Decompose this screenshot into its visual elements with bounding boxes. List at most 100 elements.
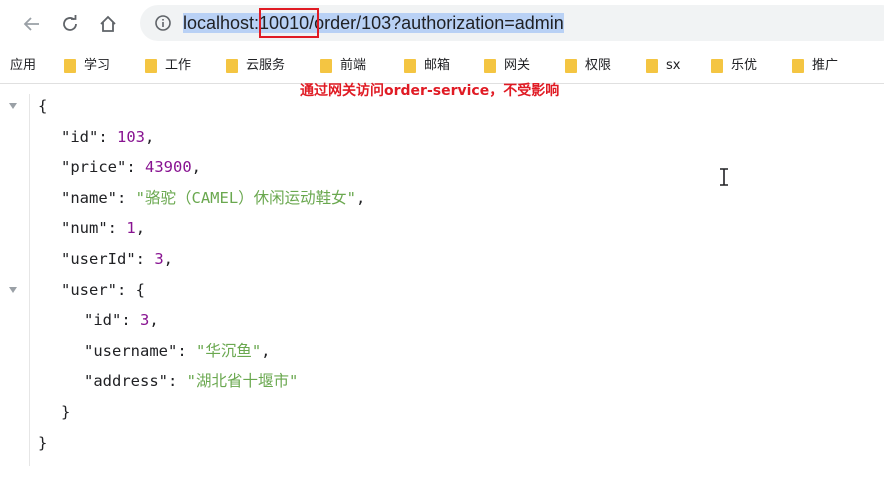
json-comma: , (149, 311, 159, 330)
json-value: 43900 (145, 158, 192, 177)
bookmark-folder[interactable]: 网关 (484, 57, 530, 75)
home-button[interactable] (94, 10, 122, 38)
json-colon: : (177, 341, 196, 360)
reload-icon (63, 15, 77, 31)
json-colon: : (107, 219, 127, 238)
json-value: 3 (154, 250, 164, 268)
json-comma: , (135, 219, 146, 238)
url-host: localhost: (183, 13, 260, 33)
json-value: { (135, 280, 146, 299)
folder-icon (226, 59, 238, 73)
json-key: "num" (61, 219, 108, 238)
bookmark-apps[interactable]: 应用 (10, 57, 36, 75)
json-value: 1 (126, 219, 136, 238)
bookmark-label: 推广 (812, 58, 839, 73)
address-bar[interactable]: localhost:10010/order/103?authorization=… (140, 5, 884, 41)
json-line: { (38, 96, 47, 116)
bookmark-folder[interactable]: 学习 (64, 57, 110, 75)
json-comma: , (163, 250, 174, 268)
json-colon: : (117, 188, 136, 207)
fold-toggle-user[interactable] (8, 285, 18, 295)
json-colon: : (135, 250, 155, 268)
json-line: "address": "湖北省十堰市" (84, 371, 298, 391)
fold-toggle-root[interactable] (8, 101, 18, 111)
bookmark-folder[interactable]: 前端 (320, 57, 366, 75)
json-line: "num": 1, (61, 218, 145, 238)
bookmark-label: 乐优 (731, 58, 758, 73)
triangle-down-icon (9, 287, 17, 293)
folder-icon (484, 59, 496, 73)
json-colon: : (121, 311, 140, 330)
json-brace: } (61, 403, 71, 421)
json-value: 103 (117, 127, 145, 146)
json-brace: } (38, 433, 48, 452)
bookmark-folder[interactable]: 工作 (145, 57, 191, 75)
bookmark-folder[interactable]: 邮箱 (404, 57, 450, 75)
json-colon: : (98, 127, 117, 146)
port-highlight-box (259, 8, 319, 38)
bookmark-label: 前端 (340, 58, 367, 73)
bookmarks-bar: 应用 学习 工作 云服务 前端 邮箱 网关 权限 sx 乐优 推广 (0, 48, 884, 83)
folder-icon (404, 59, 416, 73)
json-line: } (38, 433, 47, 453)
json-colon: : (168, 372, 187, 391)
bookmark-folder[interactable]: 推广 (792, 57, 838, 75)
bookmark-label: 工作 (165, 58, 192, 73)
back-button[interactable] (18, 10, 46, 38)
json-value: 3 (140, 311, 150, 330)
json-line: "price": 43900, (61, 157, 201, 177)
json-colon: : (117, 280, 136, 299)
folder-icon (646, 59, 658, 73)
json-comma: , (145, 127, 155, 146)
bookmark-label: 云服务 (246, 58, 286, 73)
home-icon (100, 15, 116, 32)
folder-icon (64, 59, 76, 73)
json-key: "name" (61, 188, 117, 207)
folder-icon (145, 59, 157, 73)
json-line: "user": { (61, 280, 145, 300)
folder-icon (320, 59, 332, 73)
json-line: } (61, 402, 70, 422)
bookmark-apps-label: 应用 (10, 58, 37, 73)
json-comma: , (191, 158, 202, 177)
folder-icon (565, 59, 577, 73)
folder-icon (711, 59, 723, 73)
json-line: "id": 3, (84, 310, 159, 330)
json-line: "userId": 3, (61, 249, 173, 269)
triangle-down-icon (9, 103, 17, 109)
url-path: /order/103?authorization=admin (309, 13, 564, 33)
folder-icon (792, 59, 804, 73)
bookmark-label: 学习 (84, 58, 111, 73)
json-value: "骆驼（CAMEL）休闲运动鞋女" (135, 188, 356, 207)
json-key: "userId" (61, 250, 136, 268)
json-key: "id" (61, 127, 99, 146)
bookmark-label: 权限 (585, 58, 612, 73)
bookmark-folder[interactable]: sx (646, 57, 680, 75)
json-value: "华沉鱼" (196, 341, 262, 360)
json-key: "user" (61, 280, 117, 299)
bookmark-label: 网关 (504, 58, 531, 73)
json-line: "username": "华沉鱼", (84, 341, 271, 361)
json-comma: , (261, 341, 271, 360)
info-icon[interactable] (154, 14, 172, 32)
bookmark-folder[interactable]: 云服务 (226, 57, 285, 75)
json-brace: { (38, 97, 48, 115)
json-key: "username" (84, 341, 178, 360)
annotation-text: 通过网关访问order-service，不受影响 (300, 83, 560, 99)
gutter-line (29, 94, 30, 466)
json-key: "id" (84, 311, 122, 330)
json-line: "id": 103, (61, 127, 154, 147)
json-colon: : (126, 158, 145, 177)
json-key: "address" (84, 372, 168, 391)
json-line: "name": "骆驼（CAMEL）休闲运动鞋女", (61, 188, 365, 208)
browser-toolbar: localhost:10010/order/103?authorization=… (0, 0, 884, 48)
bookmark-label: 邮箱 (424, 58, 451, 73)
json-key: "price" (61, 158, 127, 177)
url-text[interactable]: localhost:10010/order/103?authorization=… (183, 12, 564, 34)
json-value: "湖北省十堰市" (186, 372, 299, 391)
text-cursor-icon (720, 168, 728, 186)
bookmark-folder[interactable]: 乐优 (711, 57, 757, 75)
bookmark-folder[interactable]: 权限 (565, 57, 611, 75)
json-comma: , (356, 188, 366, 207)
reload-button[interactable] (56, 10, 84, 38)
